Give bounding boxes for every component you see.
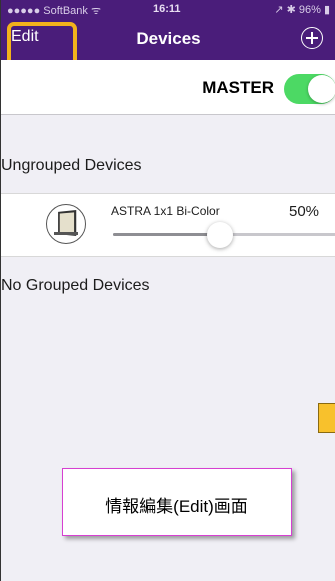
annotation-box: 情報編集(Edit)画面 xyxy=(62,468,292,536)
nav-bar: Edit Devices xyxy=(1,20,335,70)
device-name: ASTRA 1x1 Bi-Color xyxy=(111,204,220,218)
ungrouped-header: Ungrouped Devices xyxy=(1,157,142,174)
master-toggle[interactable] xyxy=(284,74,335,104)
master-row: MASTER xyxy=(1,60,335,115)
bottom-strip xyxy=(1,551,335,581)
plus-circle-icon[interactable] xyxy=(301,27,323,49)
brightness-slider-fill xyxy=(113,233,220,236)
status-bar: ●●●●● SoftBank ᯤ 16:11 ↗ ✱ 96% ▮ xyxy=(1,0,335,20)
callout-marker xyxy=(318,403,335,433)
carrier-label: ●●●●● SoftBank ᯤ xyxy=(7,5,102,17)
device-row[interactable]: ASTRA 1x1 Bi-Color 50% xyxy=(1,193,335,257)
page-title: Devices xyxy=(136,29,201,48)
brightness-slider-thumb[interactable] xyxy=(207,222,233,248)
status-right: ↗ ✱ 96% ▮ xyxy=(274,4,330,16)
annotation-text: 情報編集(Edit)画面 xyxy=(105,497,248,516)
grouped-header: No Grouped Devices xyxy=(1,277,150,294)
toggle-knob xyxy=(308,75,335,103)
phone-screen: ●●●●● SoftBank ᯤ 16:11 ↗ ✱ 96% ▮ Edit De… xyxy=(0,0,335,581)
master-label: MASTER xyxy=(202,78,274,97)
panel-stand xyxy=(54,232,78,235)
light-panel-icon xyxy=(46,204,86,244)
status-time: 16:11 xyxy=(153,3,181,15)
device-percent: 50% xyxy=(289,203,320,220)
